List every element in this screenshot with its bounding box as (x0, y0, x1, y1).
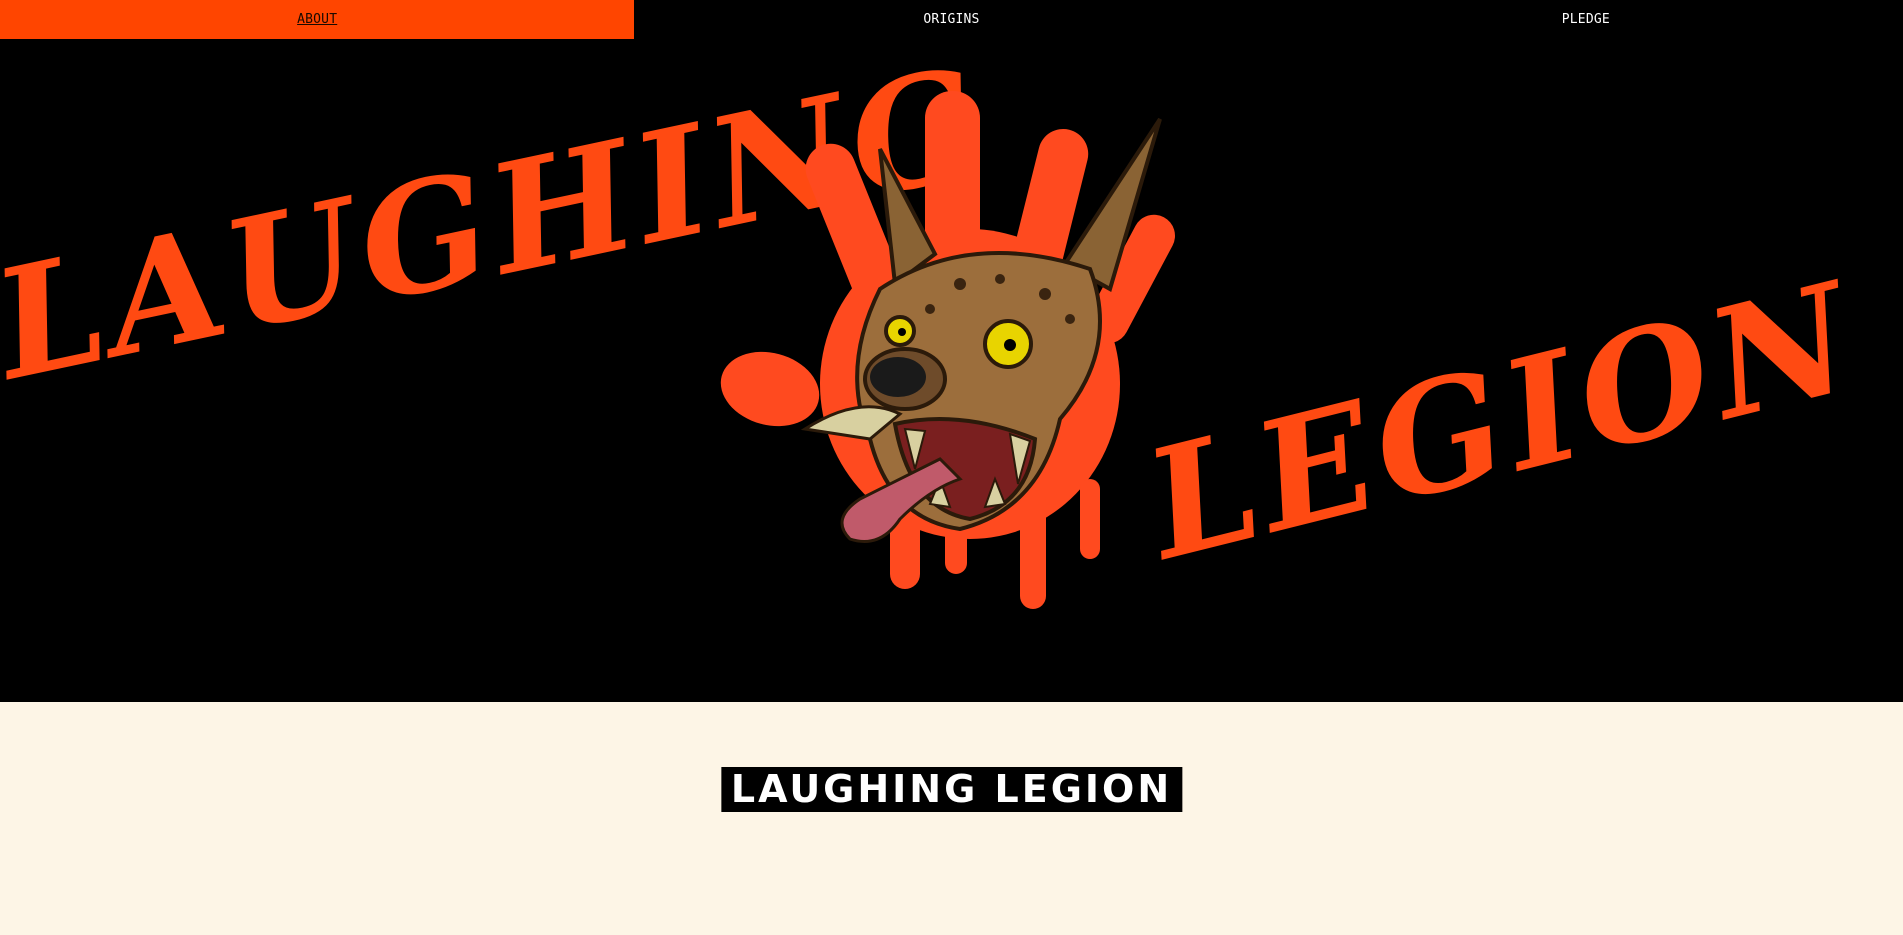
nav-item-about[interactable]: ABOUT (0, 0, 635, 39)
page-title: LAUGHING LEGION (720, 767, 1183, 812)
nav-item-origins[interactable]: ORIGINS (634, 0, 1268, 39)
hero-artwork: LAUGHING LEGION (0, 39, 1874, 609)
about-section: LAUGHING LEGION (0, 702, 1903, 935)
nav-item-pledge[interactable]: PLEDGE (1269, 0, 1903, 39)
svg-text:LEGION: LEGION (1127, 249, 1874, 595)
hero-banner: LAUGHING LEGION (0, 39, 1903, 702)
nav-item-label: ORIGINS (923, 12, 980, 27)
logo-word-legion: LEGION (1127, 249, 1874, 595)
top-nav: ABOUT ORIGINS PLEDGE (0, 0, 1903, 39)
nav-item-label: ABOUT (297, 12, 338, 27)
nav-item-label: PLEDGE (1561, 12, 1610, 27)
